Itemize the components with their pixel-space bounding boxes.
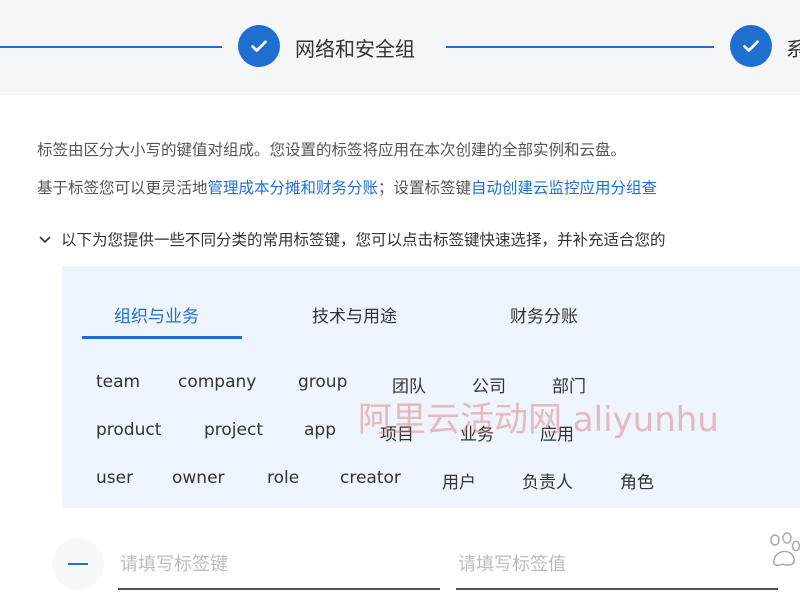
tag-value-input[interactable] xyxy=(456,540,778,590)
chevron-down-icon xyxy=(39,236,51,244)
tag-key-option[interactable]: role xyxy=(267,468,299,488)
tag-description: 标签由区分大小写的键值对组成。您设置的标签将应用在本次创建的全部实例和云盘。 xyxy=(37,141,627,159)
step-label-network: 网络和安全组 xyxy=(295,37,415,61)
tab-finance-accounting[interactable]: 财务分账 xyxy=(510,302,578,327)
tag-key-option[interactable]: project xyxy=(204,420,263,440)
tag-category-tabs: 组织与业务 技术与用途 财务分账 xyxy=(82,294,782,336)
minus-icon xyxy=(68,563,88,565)
cost-allocation-link[interactable]: 管理成本分摊和财务分账 xyxy=(208,179,379,197)
remove-tag-button[interactable] xyxy=(52,538,104,590)
tag-key-option[interactable]: app xyxy=(304,420,336,440)
step-connector xyxy=(0,46,222,48)
tag-key-option[interactable]: 用户 xyxy=(442,468,476,493)
check-icon xyxy=(730,25,772,67)
cloud-monitor-group-link[interactable]: 自动创建云监控应用分组查 xyxy=(471,179,657,197)
step-connector xyxy=(446,46,714,48)
watermark: 阿里云活动网 aliyunhu xyxy=(358,400,719,440)
step-label-system: 系 xyxy=(786,37,800,61)
tag-key-option[interactable]: owner xyxy=(172,468,225,488)
check-icon xyxy=(238,25,280,67)
tag-key-option[interactable]: product xyxy=(96,420,161,440)
tab-organization-business[interactable]: 组织与业务 xyxy=(114,302,199,327)
suggested-tags-toggle[interactable]: 以下为您提供一些不同分类的常用标签键，您可以点击标签键快速选择，并补充适合您的 xyxy=(37,228,666,250)
active-tab-indicator xyxy=(82,336,242,339)
tag-key-input[interactable] xyxy=(118,540,440,590)
paw-icon xyxy=(770,532,800,566)
suggested-tags-panel: 组织与业务 技术与用途 财务分账 team company group 团队 公… xyxy=(62,266,800,508)
tag-key-option[interactable]: 负责人 xyxy=(522,468,573,493)
tag-key-option[interactable]: team xyxy=(96,372,140,392)
tag-description-links: 基于标签您可以更灵活地管理成本分摊和财务分账；设置标签键自动创建云监控应用分组查 xyxy=(37,179,658,197)
tag-key-option[interactable]: 角色 xyxy=(620,468,654,493)
tab-technology-usage[interactable]: 技术与用途 xyxy=(312,302,397,327)
stepper: 网络和安全组 系 xyxy=(0,0,800,95)
tag-key-option[interactable]: user xyxy=(96,468,133,488)
tag-key-option[interactable]: group xyxy=(298,372,347,392)
suggested-tags-text: 以下为您提供一些不同分类的常用标签键，您可以点击标签键快速选择，并补充适合您的 xyxy=(61,231,666,249)
tag-key-option[interactable]: creator xyxy=(340,468,401,488)
tag-key-option[interactable]: company xyxy=(178,372,256,392)
